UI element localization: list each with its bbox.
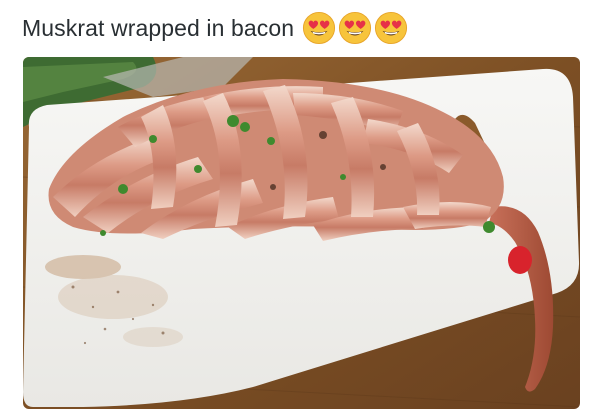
heart-eyes-emoji-icon <box>375 11 408 45</box>
emoji-group <box>302 11 408 45</box>
tweet-post: Muskrat wrapped in bacon <box>0 0 592 419</box>
red-cap <box>508 246 532 274</box>
tweet-photo[interactable] <box>23 57 580 409</box>
tweet-caption: Muskrat wrapped in bacon <box>22 14 295 41</box>
caption-row: Muskrat wrapped in bacon <box>22 8 408 48</box>
bacon-muskrat-photo <box>23 57 580 409</box>
heart-eyes-emoji-icon <box>339 11 372 45</box>
heart-eyes-emoji-icon <box>303 11 336 45</box>
